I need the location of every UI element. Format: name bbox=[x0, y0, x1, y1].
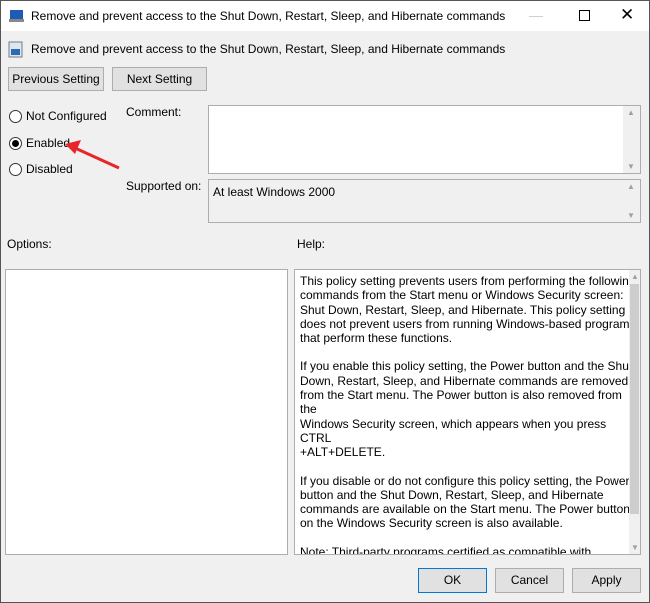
apply-button[interactable]: Apply bbox=[572, 568, 641, 593]
help-line: that perform these functions. bbox=[300, 331, 453, 346]
help-line: Windows Security screen, which appears w… bbox=[300, 416, 607, 445]
help-line: This policy setting prevents users from … bbox=[300, 274, 636, 288]
window-title: Remove and prevent access to the Shut Do… bbox=[31, 9, 506, 23]
help-paragraph: This policy setting prevents users from … bbox=[300, 274, 640, 345]
help-paragraph: If you disable or do not configure this … bbox=[300, 474, 640, 531]
help-line: button and the Shut Down, Restart, Sleep… bbox=[300, 487, 604, 502]
minimize-button[interactable]: — bbox=[529, 7, 543, 23]
ok-button[interactable]: OK bbox=[418, 568, 487, 593]
help-label: Help: bbox=[297, 237, 326, 251]
scroll-down-icon[interactable]: ▼ bbox=[631, 543, 639, 552]
supported-on-value: At least Windows 2000 bbox=[213, 185, 336, 199]
comment-scrollbar[interactable]: ▲ ▼ bbox=[623, 106, 640, 173]
help-line: If you enable this policy setting, the P… bbox=[300, 359, 633, 374]
setting-title: Remove and prevent access to the Shut Do… bbox=[31, 42, 506, 56]
comment-textarea[interactable]: ▲ ▼ bbox=[208, 105, 641, 174]
radio-not-configured[interactable]: Not Configured bbox=[9, 109, 107, 123]
scrollbar-thumb[interactable] bbox=[630, 284, 639, 514]
comment-label: Comment: bbox=[126, 105, 182, 119]
options-panel bbox=[5, 269, 288, 555]
help-line: If you disable or do not configure this … bbox=[300, 473, 630, 488]
help-line: does not prevent users from running Wind… bbox=[300, 316, 636, 331]
scroll-up-icon[interactable]: ▲ bbox=[631, 272, 639, 281]
radio-label: Not Configured bbox=[26, 109, 107, 123]
radio-circle-selected[interactable] bbox=[9, 136, 22, 150]
previous-setting-button[interactable]: Previous Setting bbox=[8, 67, 104, 91]
help-text: This policy setting prevents users from … bbox=[300, 274, 640, 555]
help-panel: This policy setting prevents users from … bbox=[294, 269, 641, 555]
policy-dialog: Remove and prevent access to the Shut Do… bbox=[0, 0, 650, 603]
supported-on-field: At least Windows 2000 ▲ ▼ bbox=[208, 179, 641, 223]
help-scrollbar[interactable]: ▲ ▼ bbox=[629, 270, 640, 554]
help-paragraph: If you enable this policy setting, the P… bbox=[300, 359, 640, 459]
help-line: +ALT+DELETE. bbox=[300, 445, 386, 460]
close-button[interactable]: ✕ bbox=[620, 5, 634, 25]
radio-circle[interactable] bbox=[9, 162, 22, 176]
help-line: from the Start menu. The Power button is… bbox=[300, 388, 622, 417]
help-line: commands from the Start menu or Windows … bbox=[300, 288, 624, 303]
title-bar: Remove and prevent access to the Shut Do… bbox=[1, 1, 649, 31]
help-line: commands are available on the Start menu… bbox=[300, 502, 630, 517]
help-line: Down, Restart, Sleep, and Hibernate comm… bbox=[300, 373, 629, 388]
help-line: Shut Down, Restart, Sleep, and Hibernate… bbox=[300, 302, 626, 317]
help-paragraph: Note: Third-party programs certified as … bbox=[300, 544, 640, 555]
red-arrow-annotation bbox=[65, 140, 120, 170]
radio-circle[interactable] bbox=[9, 109, 22, 123]
next-setting-button[interactable]: Next Setting bbox=[112, 67, 207, 91]
policy-setting-icon bbox=[8, 41, 23, 58]
supported-scrollbar[interactable]: ▲ ▼ bbox=[623, 180, 640, 222]
maximize-button[interactable] bbox=[579, 10, 590, 21]
help-line: on the Windows Security screen is also a… bbox=[300, 516, 563, 531]
options-label: Options: bbox=[7, 237, 52, 251]
supported-on-label: Supported on: bbox=[126, 179, 202, 193]
help-line: Note: Third-party programs certified as … bbox=[300, 544, 592, 555]
cancel-button[interactable]: Cancel bbox=[495, 568, 564, 593]
app-icon bbox=[9, 10, 24, 22]
